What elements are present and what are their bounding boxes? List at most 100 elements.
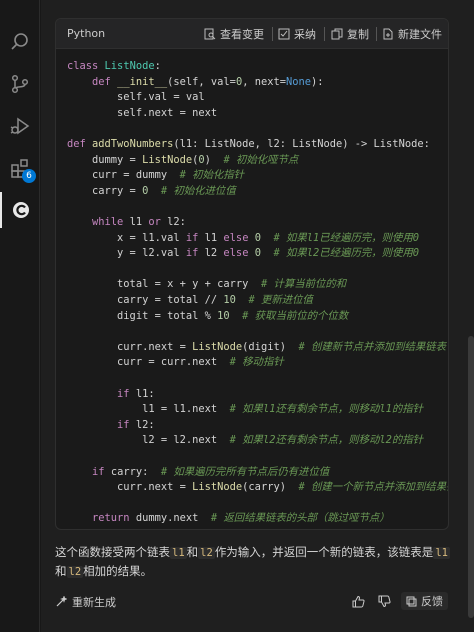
code-token: # 移动指针 bbox=[229, 356, 284, 369]
code-token: class bbox=[67, 60, 105, 72]
activity-extensions[interactable]: 6 bbox=[0, 150, 40, 186]
feedback-icon bbox=[406, 596, 417, 606]
code-token: (self, val= bbox=[167, 75, 236, 88]
code-token: l1 bbox=[129, 216, 149, 228]
regenerate-icon bbox=[56, 596, 67, 607]
code-token: 10 bbox=[217, 309, 230, 322]
explanation-text: 这个函数接受两个链表 l1 和 l2 作为输入，并返回一个新的链表，该链表是 l1 和 l2 相… bbox=[55, 543, 455, 581]
code-token: # 初始化进位值 bbox=[160, 184, 236, 197]
panel-scrollbar[interactable] bbox=[468, 336, 474, 618]
copy-button[interactable]: 复制 bbox=[331, 26, 369, 42]
code-token: self.next = next bbox=[67, 106, 218, 119]
code-token: : bbox=[154, 60, 161, 72]
run-debug-icon bbox=[10, 117, 30, 135]
code-token: y = l2.val bbox=[67, 247, 186, 260]
code-token: if bbox=[92, 465, 111, 478]
code-token: # 返回结果链表的头部（跳过哑节点） bbox=[210, 512, 390, 525]
code-line: curr.next = ListNode(digit) # 创建新节点并添加到结… bbox=[67, 340, 446, 355]
feedback-button[interactable]: 反馈 bbox=[401, 592, 448, 610]
code-token: # 计算当前位的和 bbox=[260, 278, 347, 291]
view-changes-button[interactable]: 查看变更 bbox=[204, 26, 264, 42]
chat-panel: Python 查看变更 采纳 复制 新建文件 class ListNode: d… bbox=[41, 0, 474, 632]
code-line: y = l2.val if l2 else 0 # 如果l2已经遍历完，则使用0 bbox=[67, 246, 419, 261]
search-icon bbox=[11, 33, 28, 50]
code-token: __init__ bbox=[117, 75, 168, 88]
activity-ai-assistant[interactable] bbox=[0, 192, 40, 228]
code-token: l1 = l1.next bbox=[67, 403, 230, 416]
code-token: if bbox=[117, 418, 136, 431]
code-line: digit = total % 10 # 获取当前位的个位数 bbox=[67, 309, 348, 324]
view-changes-icon bbox=[204, 28, 216, 40]
code-token: or bbox=[148, 216, 168, 228]
code-line: def addTwoNumbers(l1: ListNode, l2: List… bbox=[67, 137, 430, 152]
code-token: 10 bbox=[223, 294, 236, 306]
code-token: curr.next = bbox=[67, 340, 193, 353]
code-line: return dummy.next # 返回结果链表的头部（跳过哑节点） bbox=[67, 511, 390, 526]
code-token: if bbox=[185, 231, 205, 244]
code-line: def __init__(self, val=0, next=None): bbox=[67, 75, 324, 90]
code-token: ListNode bbox=[104, 60, 155, 72]
code-token: # 初始化哑节点 bbox=[223, 153, 299, 166]
code-line: if l2: bbox=[67, 418, 155, 433]
accept-label: 采纳 bbox=[294, 28, 316, 41]
code-token: self.val = val bbox=[67, 91, 205, 104]
code-token: l2 = l2.next bbox=[67, 434, 230, 447]
code-token: def bbox=[92, 75, 118, 88]
copy-icon bbox=[331, 28, 343, 40]
inline-code: l1 bbox=[433, 547, 450, 559]
code-token: else bbox=[223, 247, 255, 260]
code-line: carry = total // 10 # 更新进位值 bbox=[67, 293, 313, 308]
inline-code: l2 bbox=[198, 547, 215, 559]
code-token: carry = bbox=[67, 184, 143, 197]
activity-bar: 6 bbox=[0, 0, 40, 632]
header-divider bbox=[272, 27, 273, 41]
source-control-icon bbox=[11, 74, 29, 94]
code-token: l2: bbox=[167, 216, 186, 228]
code-token: total = x + y + carry bbox=[67, 278, 261, 291]
thumbs-down-button[interactable] bbox=[375, 592, 393, 610]
activity-source-control[interactable] bbox=[0, 66, 40, 102]
activity-run-debug[interactable] bbox=[0, 108, 40, 144]
code-line: total = x + y + carry # 计算当前位的和 bbox=[67, 277, 346, 292]
code-token: # 初始化指针 bbox=[179, 169, 245, 182]
regenerate-label: 重新生成 bbox=[72, 596, 116, 609]
code-token: # 更新进位值 bbox=[248, 294, 313, 306]
code-token: l1: bbox=[135, 387, 155, 400]
new-file-icon bbox=[383, 28, 393, 40]
code-token: carry: bbox=[110, 465, 161, 478]
code-line: if l1: bbox=[67, 387, 155, 402]
code-token: ListNode bbox=[192, 340, 243, 353]
code-token: # 如果遍历完所有节点后仍有进位值 bbox=[160, 465, 330, 478]
regenerate-button[interactable]: 重新生成 bbox=[55, 594, 116, 610]
new-file-button[interactable]: 新建文件 bbox=[382, 26, 442, 42]
code-line: curr = dummy # 初始化指针 bbox=[67, 168, 244, 183]
explanation-part: 这个函数接受两个链表 bbox=[55, 545, 170, 559]
view-changes-label: 查看变更 bbox=[220, 28, 264, 41]
code-token: l2 bbox=[204, 247, 224, 260]
code-line: self.val = val bbox=[67, 90, 205, 105]
thumbs-up-icon bbox=[352, 595, 365, 607]
feedback-label: 反馈 bbox=[421, 595, 443, 608]
code-token: dummy = bbox=[67, 153, 143, 166]
explanation-part: 和 bbox=[186, 545, 199, 559]
thumbs-up-button[interactable] bbox=[349, 592, 367, 610]
activity-search[interactable] bbox=[0, 24, 40, 60]
code-token: # 如果l2已经遍历完，则使用0 bbox=[273, 247, 420, 260]
code-token: (carry) bbox=[242, 481, 299, 494]
code-token: if bbox=[117, 387, 136, 400]
copy-label: 复制 bbox=[347, 28, 369, 41]
accept-icon bbox=[278, 28, 290, 40]
accept-button[interactable]: 采纳 bbox=[278, 26, 316, 42]
code-token: (l1: ListNode, l2: ListNode) -> ListNode… bbox=[173, 138, 430, 150]
